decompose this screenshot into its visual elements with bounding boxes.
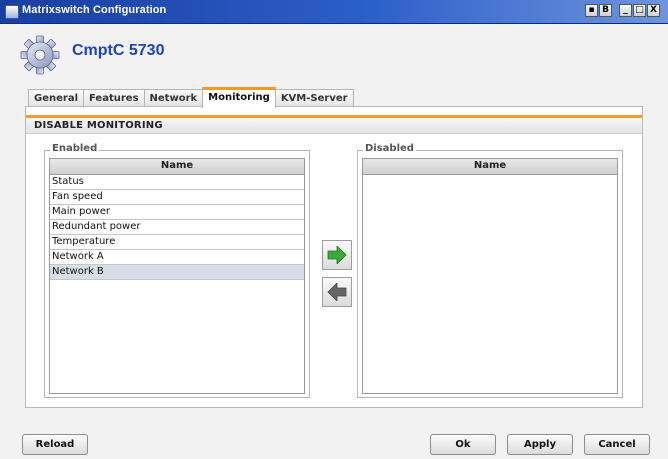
enabled-list[interactable]: Name Status Fan speed Main power Redunda…	[49, 158, 305, 394]
tab-strip: General Features Network Monitoring KVM-…	[28, 87, 354, 108]
window-title: Matrixswitch Configuration	[22, 4, 167, 16]
window-titlebar[interactable]: Matrixswitch Configuration ▪ B _ □ X	[0, 0, 668, 24]
enabled-group: Enabled Name Status Fan speed Main power…	[44, 143, 310, 398]
app-icon	[5, 5, 19, 19]
close-button[interactable]: X	[647, 4, 660, 17]
window-controls: ▪ B _ □ X	[584, 4, 660, 20]
disabled-group: Disabled Name	[357, 143, 623, 398]
ok-button[interactable]: Ok	[430, 434, 496, 455]
device-title: CmptC 5730	[72, 42, 165, 59]
restore-icon[interactable]: ▪	[585, 4, 598, 17]
enabled-group-title: Enabled	[50, 143, 100, 154]
disabled-column-header[interactable]: Name	[363, 159, 617, 175]
section-header: DISABLE MONITORING	[26, 115, 642, 134]
apply-button[interactable]: Apply	[507, 434, 573, 455]
disabled-group-title: Disabled	[363, 143, 416, 154]
maximize-alt-icon[interactable]: B	[599, 4, 612, 17]
list-item[interactable]: Temperature	[50, 235, 304, 250]
move-left-button[interactable]	[322, 277, 352, 307]
list-item[interactable]: Main power	[50, 205, 304, 220]
list-item-selected[interactable]: Network B	[50, 265, 304, 280]
gear-icon	[20, 35, 60, 75]
list-item[interactable]: Network A	[50, 250, 304, 265]
move-right-button[interactable]	[322, 240, 352, 270]
list-item[interactable]: Redundant power	[50, 220, 304, 235]
enabled-column-header[interactable]: Name	[50, 159, 304, 175]
minimize-button[interactable]: _	[619, 4, 632, 17]
arrow-left-icon	[327, 283, 347, 301]
disabled-list[interactable]: Name	[362, 158, 618, 394]
list-item[interactable]: Status	[50, 175, 304, 190]
cancel-button[interactable]: Cancel	[584, 434, 650, 455]
list-item[interactable]: Fan speed	[50, 190, 304, 205]
arrow-right-icon	[327, 246, 347, 264]
section-title: DISABLE MONITORING	[34, 120, 163, 131]
tab-monitoring[interactable]: Monitoring	[202, 87, 276, 108]
maximize-button[interactable]: □	[633, 4, 646, 17]
reload-button[interactable]: Reload	[22, 434, 88, 455]
monitoring-panel: DISABLE MONITORING Enabled Name Status F…	[25, 106, 643, 408]
